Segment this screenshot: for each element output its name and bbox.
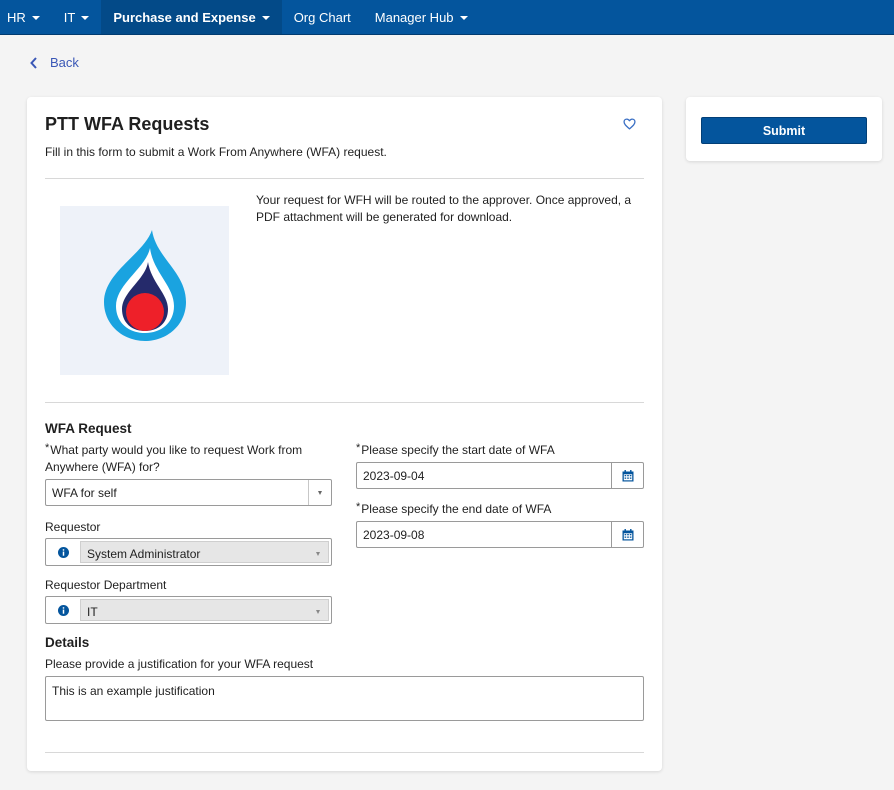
justification-textarea[interactable]: This is an example justification (45, 676, 644, 721)
requestor-readonly-box: System Administrator (80, 541, 329, 563)
heart-outline-icon[interactable] (623, 118, 636, 130)
top-navigation: HR IT Purchase and Expense Org Chart Man… (0, 0, 894, 35)
end-date-value: 2023-09-08 (363, 528, 425, 542)
company-logo (60, 206, 229, 375)
back-link[interactable]: Back (30, 55, 79, 70)
routing-note: Your request for WFH will be routed to t… (256, 193, 632, 224)
nav-item-label: IT (63, 9, 76, 25)
department-value: IT (87, 605, 98, 619)
nav-item-label: HR (7, 9, 26, 25)
dropdown-arrow-icon (316, 610, 320, 614)
dropdown-arrow-icon (316, 552, 320, 556)
nav-item-label: Purchase and Expense (113, 9, 256, 25)
divider (45, 402, 644, 403)
nav-item-it[interactable]: IT (52, 0, 102, 34)
nav-item-label: Org Chart (293, 9, 351, 25)
form-card: PTT WFA Requests Fill in this form to su… (27, 97, 662, 771)
form-subtitle: Fill in this form to submit a Work From … (45, 145, 387, 159)
nav-item-purchase-and-expense[interactable]: Purchase and Expense (101, 0, 282, 34)
required-marker: * (356, 442, 361, 454)
department-readonly-box: IT (80, 599, 329, 621)
required-marker: * (356, 501, 361, 513)
divider (45, 752, 644, 753)
section-heading-wfa-request: WFA Request (45, 421, 132, 436)
submit-card: Submit (686, 97, 882, 161)
requestor-field[interactable]: System Administrator (45, 538, 332, 566)
calendar-icon[interactable] (611, 522, 643, 547)
nav-item-label: Manager Hub (374, 9, 454, 25)
party-select-value: WFA for self (52, 486, 117, 500)
form-title: PTT WFA Requests (45, 114, 210, 134)
section-heading-details: Details (45, 635, 90, 650)
nav-item-manager-hub[interactable]: Manager Hub (363, 0, 480, 34)
party-select[interactable]: WFA for self (45, 479, 332, 506)
justification-label: Please provide a justification for your … (45, 657, 314, 671)
party-label-text: What party would you like to request Wor… (45, 443, 303, 474)
calendar-icon[interactable] (611, 463, 643, 488)
dropdown-arrow-icon (308, 480, 331, 505)
requestor-value: System Administrator (87, 547, 201, 561)
end-date-label-text: Please specify the end date of WFA (361, 502, 552, 516)
start-date-label: *Please specify the start date of WFA (356, 442, 555, 459)
flame-logo-icon (104, 230, 186, 341)
end-date-label: *Please specify the end date of WFA (356, 501, 551, 518)
start-date-input[interactable]: 2023-09-04 (356, 462, 644, 489)
caret-down-icon (31, 15, 40, 20)
nav-item-hr[interactable]: HR (0, 0, 52, 34)
caret-down-icon (261, 15, 270, 20)
info-icon[interactable] (46, 539, 80, 565)
caret-down-icon (81, 15, 90, 20)
start-date-label-text: Please specify the start date of WFA (361, 443, 555, 457)
justification-value: This is an example justification (52, 684, 215, 698)
end-date-input[interactable]: 2023-09-08 (356, 521, 644, 548)
start-date-value: 2023-09-04 (363, 469, 425, 483)
back-label: Back (50, 55, 79, 70)
required-marker: * (45, 442, 50, 454)
party-label: *What party would you like to request Wo… (45, 442, 325, 476)
requestor-label: Requestor (45, 520, 101, 534)
info-icon[interactable] (46, 597, 80, 623)
caret-down-icon (459, 15, 468, 20)
department-field[interactable]: IT (45, 596, 332, 624)
department-label: Requestor Department (45, 578, 167, 592)
chevron-left-icon (30, 56, 37, 69)
nav-item-org-chart[interactable]: Org Chart (282, 0, 363, 34)
submit-button[interactable]: Submit (701, 117, 867, 144)
divider (45, 178, 644, 179)
